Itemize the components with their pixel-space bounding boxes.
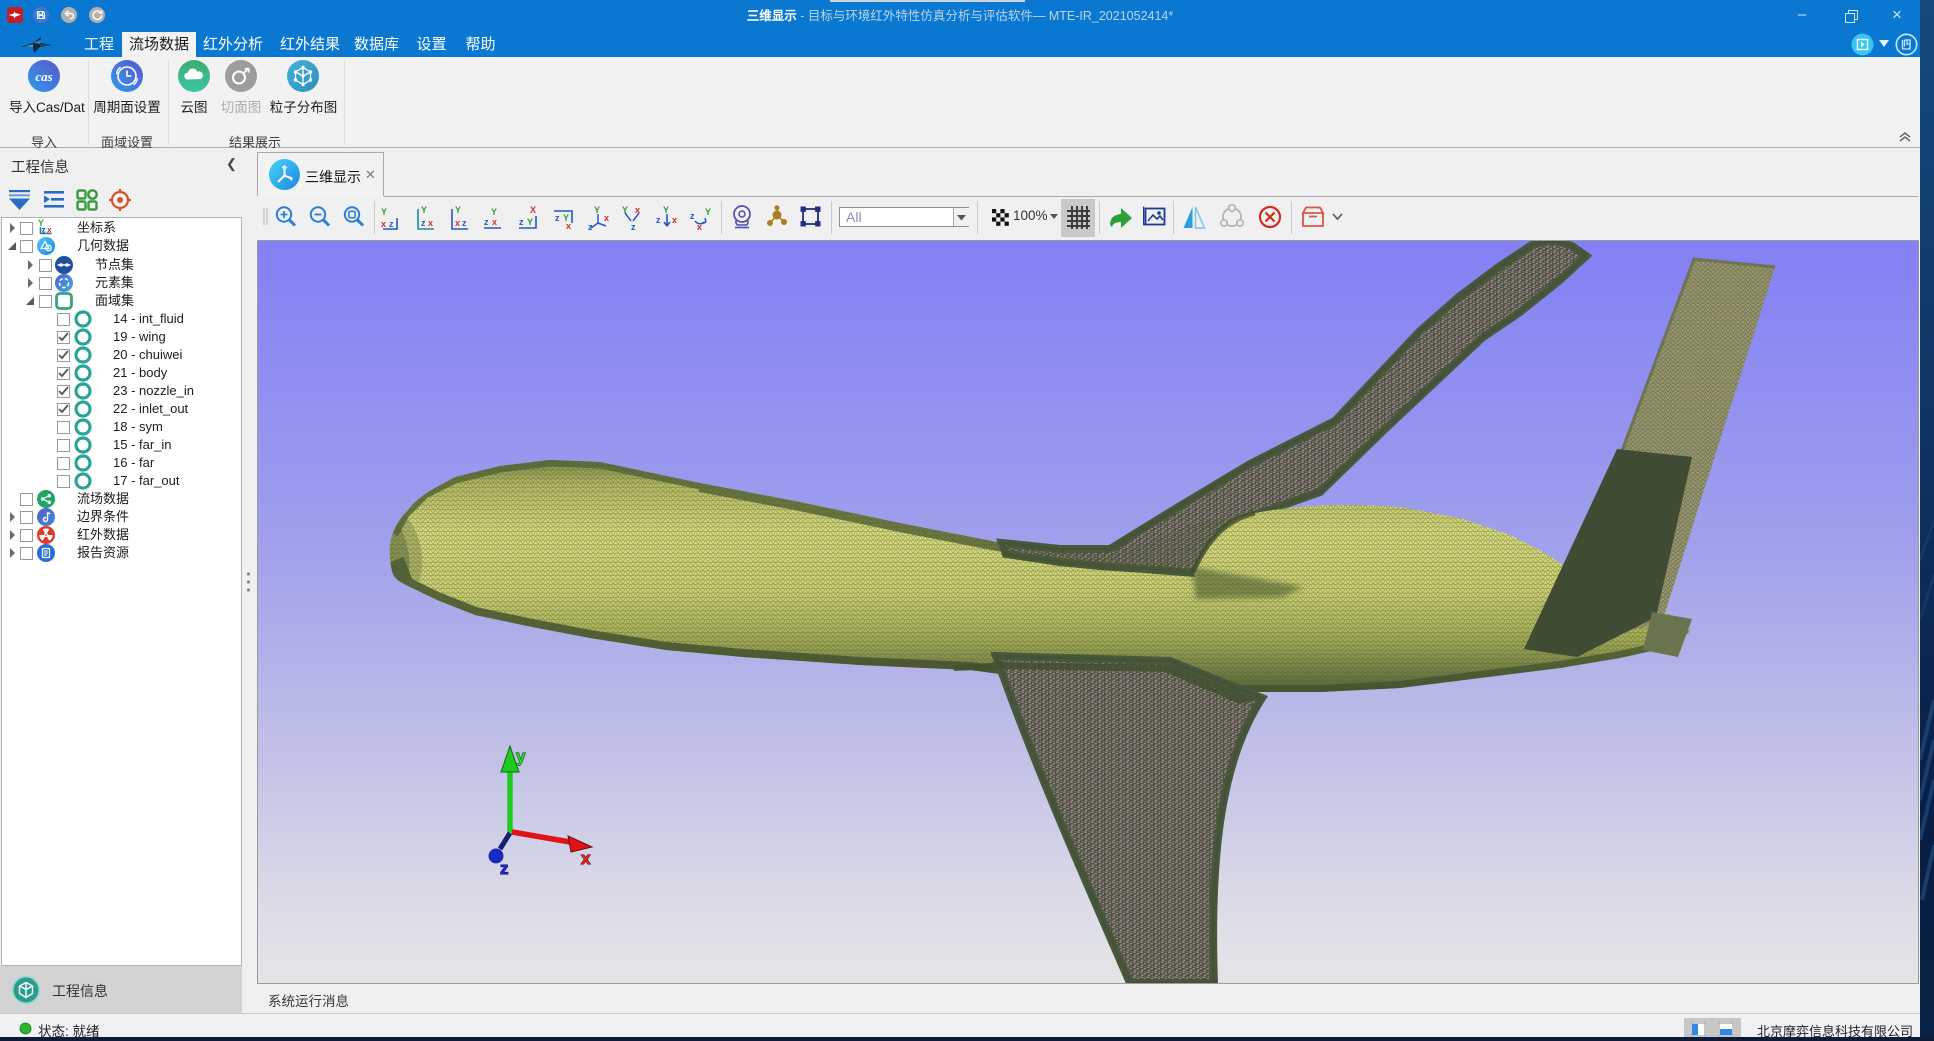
svg-text:z: z [588, 222, 593, 232]
svg-text:z: z [462, 218, 467, 228]
svg-text:x: x [566, 221, 571, 231]
svg-text:Y: Y [705, 207, 711, 217]
svg-text:z: z [555, 213, 560, 223]
svg-text:x: x [492, 217, 497, 227]
svg-text:Y: Y [527, 217, 533, 227]
svg-text:z: z [389, 219, 394, 229]
svg-text:x: x [604, 213, 609, 223]
svg-text:z: z [631, 222, 636, 232]
svg-text:z: z [42, 225, 46, 235]
svg-text:x: x [428, 218, 433, 228]
svg-text:Y: Y [455, 205, 461, 215]
svg-text:Y: Y [421, 205, 427, 215]
svg-text:z: z [519, 217, 524, 227]
svg-text:x: x [581, 849, 591, 868]
svg-text:Y: Y [663, 205, 669, 215]
svg-text:z: z [690, 211, 695, 221]
svg-text:z: z [421, 218, 426, 228]
svg-text:cas: cas [35, 69, 52, 84]
svg-text:x: x [47, 225, 52, 235]
svg-text:Y: Y [594, 205, 600, 215]
svg-text:x: x [672, 215, 677, 225]
svg-text:x: x [697, 222, 702, 232]
svg-text:Y: Y [381, 207, 387, 217]
svg-text:z: z [656, 215, 661, 225]
svg-text:z: z [500, 859, 509, 878]
svg-text:Y: Y [491, 207, 497, 217]
svg-text:x: x [381, 219, 386, 229]
svg-text:y: y [516, 747, 526, 766]
svg-text:x: x [455, 218, 460, 228]
svg-text:X: X [530, 205, 536, 215]
svg-text:z: z [484, 217, 489, 227]
